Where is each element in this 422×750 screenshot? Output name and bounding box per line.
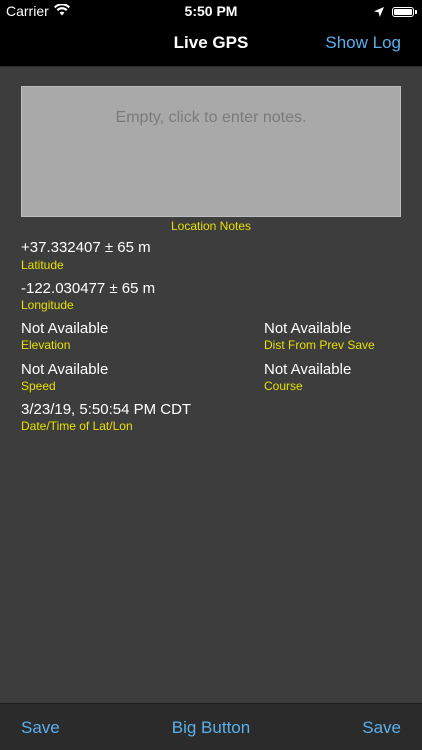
show-log-button[interactable]: Show Log xyxy=(325,33,401,53)
course-value: Not Available xyxy=(264,361,352,378)
status-right xyxy=(374,4,417,20)
longitude-value: -122.030477 ± 65 m xyxy=(21,280,156,297)
location-notes-label: Location Notes xyxy=(170,219,252,233)
location-notes-field[interactable]: Empty, click to enter notes. xyxy=(21,86,401,217)
elevation-label: Elevation xyxy=(21,338,71,352)
speed-value: Not Available xyxy=(21,361,109,378)
datetime-label: Date/Time of Lat/Lon xyxy=(21,419,133,433)
save-left-button[interactable]: Save xyxy=(21,718,60,738)
save-right-button[interactable]: Save xyxy=(362,718,401,738)
location-arrow-icon xyxy=(374,4,384,20)
speed-label: Speed xyxy=(21,379,56,393)
dist-from-prev-save-value: Not Available xyxy=(264,320,352,337)
bottom-toolbar: Save Big Button Save xyxy=(0,703,422,750)
status-bar: Carrier 5:50 PM xyxy=(0,0,422,22)
navigation-bar: Live GPS Show Log xyxy=(0,22,422,67)
status-time: 5:50 PM xyxy=(184,3,238,19)
screen: Carrier 5:50 PM Live GPS Show Log Empty,… xyxy=(0,0,422,750)
latitude-value: +37.332407 ± 65 m xyxy=(21,239,151,256)
dist-from-prev-save-label: Dist From Prev Save xyxy=(264,338,375,352)
datetime-value: 3/23/19, 5:50:54 PM CDT xyxy=(21,401,192,418)
notes-placeholder: Empty, click to enter notes. xyxy=(115,109,307,126)
battery-icon xyxy=(392,7,417,17)
big-button[interactable]: Big Button xyxy=(151,718,271,738)
longitude-label: Longitude xyxy=(21,298,74,312)
course-label: Course xyxy=(264,379,303,393)
elevation-value: Not Available xyxy=(21,320,109,337)
latitude-label: Latitude xyxy=(21,258,64,272)
